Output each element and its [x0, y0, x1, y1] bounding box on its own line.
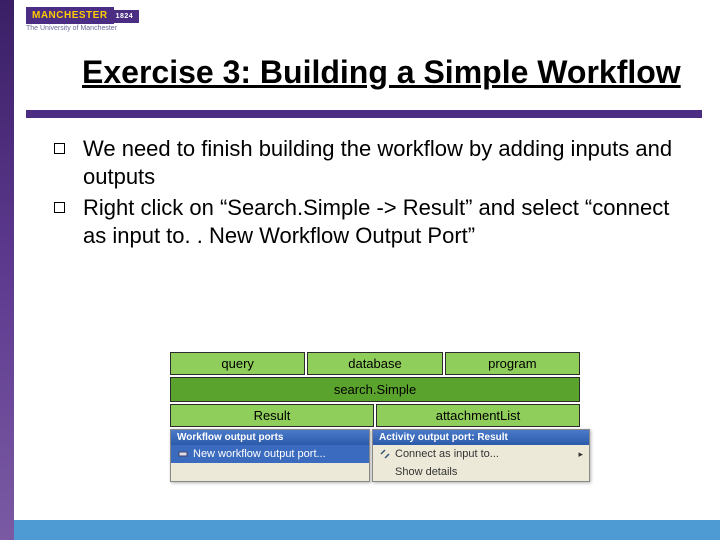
input-port[interactable]: database — [307, 352, 442, 375]
menu-item-connect-as-input[interactable]: Connect as input to... ▸ — [373, 445, 589, 463]
inner-white-stripe — [14, 0, 26, 120]
bullet-marker-icon — [54, 143, 65, 154]
university-logo: MANCHESTER1824 The University of Manches… — [26, 5, 139, 32]
link-icon — [379, 448, 391, 460]
output-port-attachment[interactable]: attachmentList — [376, 404, 580, 427]
activity-output-port-menu: Activity output port: Result Connect as … — [372, 429, 590, 482]
footer-bar — [0, 520, 720, 540]
title-underline-bar — [26, 110, 702, 118]
menu-item-show-details[interactable]: Show details — [373, 463, 589, 481]
menu-header: Workflow output ports — [171, 430, 369, 445]
submenu-arrow-icon: ▸ — [578, 449, 583, 460]
logo-year: 1824 — [114, 10, 140, 23]
bullet-marker-icon — [54, 202, 65, 213]
workflow-node[interactable]: search.Simple — [170, 377, 580, 402]
bullet-list: We need to finish building the workflow … — [54, 135, 690, 253]
output-ports-row: Result attachmentList — [170, 404, 580, 427]
workflow-output-ports-menu: Workflow output ports New workflow outpu… — [170, 429, 370, 482]
slide-title: Exercise 3: Building a Simple Workflow — [82, 54, 681, 91]
output-port-result[interactable]: Result — [170, 404, 374, 427]
workflow-diagram: query database program search.Simple Res… — [170, 352, 580, 427]
port-icon — [177, 448, 189, 460]
logo-subtitle: The University of Manchester — [26, 25, 139, 32]
bullet-item: We need to finish building the workflow … — [54, 135, 690, 190]
menu-item-label: Show details — [395, 466, 457, 478]
menu-item-label: New workflow output port... — [193, 448, 326, 460]
left-accent-stripe — [0, 0, 14, 540]
input-port[interactable]: program — [445, 352, 580, 375]
bullet-text: Right click on “Search.Simple -> Result”… — [83, 194, 690, 249]
logo-name: MANCHESTER — [26, 7, 114, 24]
input-port[interactable]: query — [170, 352, 305, 375]
context-menus: Workflow output ports New workflow outpu… — [170, 429, 590, 482]
menu-item-new-output-port[interactable]: New workflow output port... — [171, 445, 369, 463]
input-ports-row: query database program — [170, 352, 580, 375]
bullet-item: Right click on “Search.Simple -> Result”… — [54, 194, 690, 249]
menu-item-label: Connect as input to... — [395, 448, 499, 460]
menu-header: Activity output port: Result — [373, 430, 589, 445]
blank-icon — [379, 466, 391, 478]
bullet-text: We need to finish building the workflow … — [83, 135, 690, 190]
